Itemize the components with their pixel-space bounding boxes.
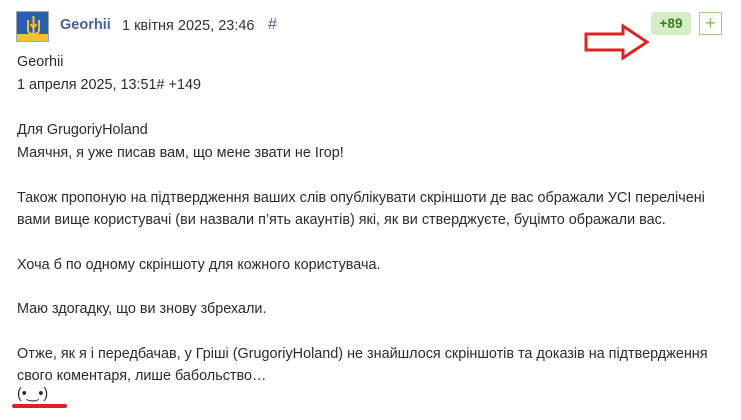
comment-line: Маячня, я уже писав вам, що мене звати н… [17,145,344,161]
comment-line: Також пропоную на підтвердження ваших сл… [17,190,705,206]
emoticon: (•‿•) [17,386,49,402]
comment-line: Хоча б по одному скріншоту для кожного к… [17,257,381,273]
score-badge: +89 [651,12,691,35]
upvote-button[interactable]: + [699,12,722,35]
comment-line: Для GrugoriyHoland [17,122,148,138]
annotation-underline [12,404,67,408]
quote-author: Georhii [17,54,64,70]
comment-line: вами вище користувачі (ви назвали п’ять … [17,212,666,228]
author-link[interactable]: Georhii [60,17,111,33]
avatar[interactable] [16,11,49,42]
comment-line: Маю здогадку, що ви знову збрехали. [17,301,267,317]
quote-meta: 1 апреля 2025, 13:51# +149 [17,77,201,93]
comment-date: 1 квітня 2025, 23:46 [122,18,255,34]
annotation-arrow-icon [584,23,650,61]
comment-line: Отже, як я і передбачав, у Гріші (Grugor… [17,346,708,362]
ukraine-trident-flag-icon [17,12,48,41]
comment-line: свого коментаря, лише бабольство… [17,368,267,384]
permalink[interactable]: # [268,16,277,34]
